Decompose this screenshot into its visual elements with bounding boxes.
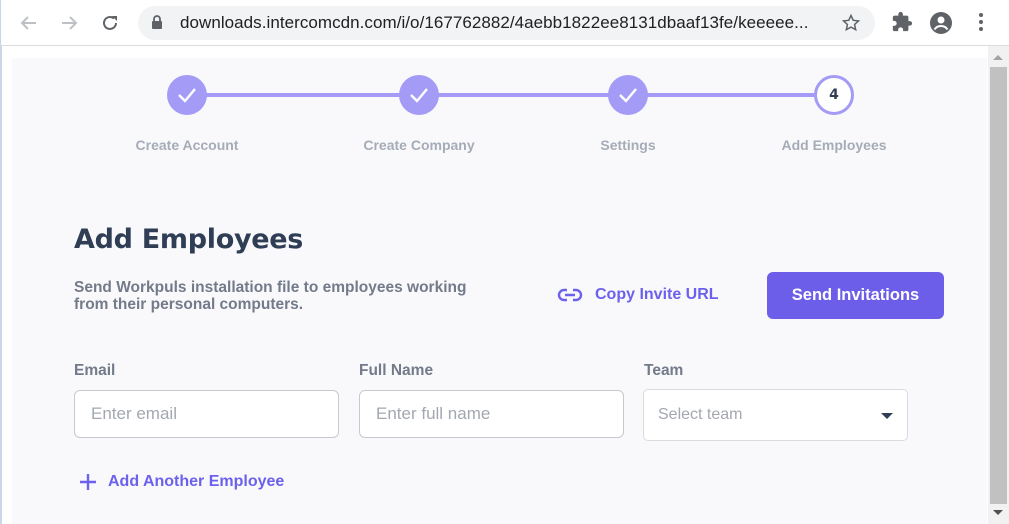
forward-button[interactable] <box>56 10 82 36</box>
url-text[interactable]: downloads.intercomcdn.com/i/o/167762882/… <box>180 13 808 33</box>
step-label: Create Account <box>135 137 239 153</box>
page-title: Add Employees <box>74 224 304 255</box>
step-number: 4 <box>829 87 839 103</box>
bookmark-star-icon[interactable] <box>841 13 861 33</box>
team-select-placeholder: Select team <box>658 406 743 423</box>
send-invitations-button[interactable]: Send Invitations <box>767 272 944 319</box>
chevron-down-icon <box>881 413 893 419</box>
check-icon <box>178 88 196 103</box>
stepper-line <box>187 93 837 97</box>
step-2-circle <box>399 75 439 115</box>
step-1-circle <box>167 75 207 115</box>
copy-invite-url-label: Copy Invite URL <box>595 286 719 303</box>
team-select[interactable]: Select team <box>643 389 908 441</box>
plus-icon <box>80 474 96 490</box>
browser-toolbar: downloads.intercomcdn.com/i/o/167762882/… <box>0 0 1009 46</box>
copy-invite-url-button[interactable]: Copy Invite URL <box>557 286 719 304</box>
add-another-employee-button[interactable]: Add Another Employee <box>78 472 284 492</box>
scrollbar-thumb[interactable] <box>990 67 1007 504</box>
forward-icon <box>62 16 78 30</box>
reload-button[interactable] <box>97 10 123 36</box>
email-field[interactable] <box>74 390 339 438</box>
link-icon <box>557 288 583 302</box>
reload-icon <box>103 15 117 30</box>
step-label: Add Employees <box>781 137 887 153</box>
profile-icon[interactable] <box>929 11 953 35</box>
email-label: Email <box>74 362 116 379</box>
address-bar[interactable]: downloads.intercomcdn.com/i/o/167762882/… <box>138 6 875 40</box>
step-3-circle <box>608 75 648 115</box>
menu-icon[interactable] <box>973 11 989 33</box>
page-content: 4 Create Account Create Company Settings… <box>12 58 987 524</box>
check-icon <box>410 88 428 103</box>
page-description: Send Workpuls installation file to emplo… <box>74 279 467 313</box>
step-label: Create Company <box>363 137 475 153</box>
check-icon <box>619 88 637 103</box>
scroll-down-arrow-icon[interactable] <box>993 510 1003 515</box>
vertical-scrollbar[interactable] <box>988 46 1009 524</box>
step-4-circle: 4 <box>814 75 854 115</box>
lock-icon <box>152 15 162 29</box>
full-name-label: Full Name <box>359 362 434 379</box>
add-another-employee-label: Add Another Employee <box>108 473 285 490</box>
back-button[interactable] <box>16 10 42 36</box>
step-label: Settings <box>600 137 656 153</box>
window-edge <box>0 46 2 524</box>
full-name-field[interactable] <box>359 390 624 438</box>
back-icon <box>20 16 36 30</box>
team-label: Team <box>644 362 684 379</box>
extensions-icon[interactable] <box>891 11 913 33</box>
scroll-up-arrow-icon[interactable] <box>993 55 1003 60</box>
